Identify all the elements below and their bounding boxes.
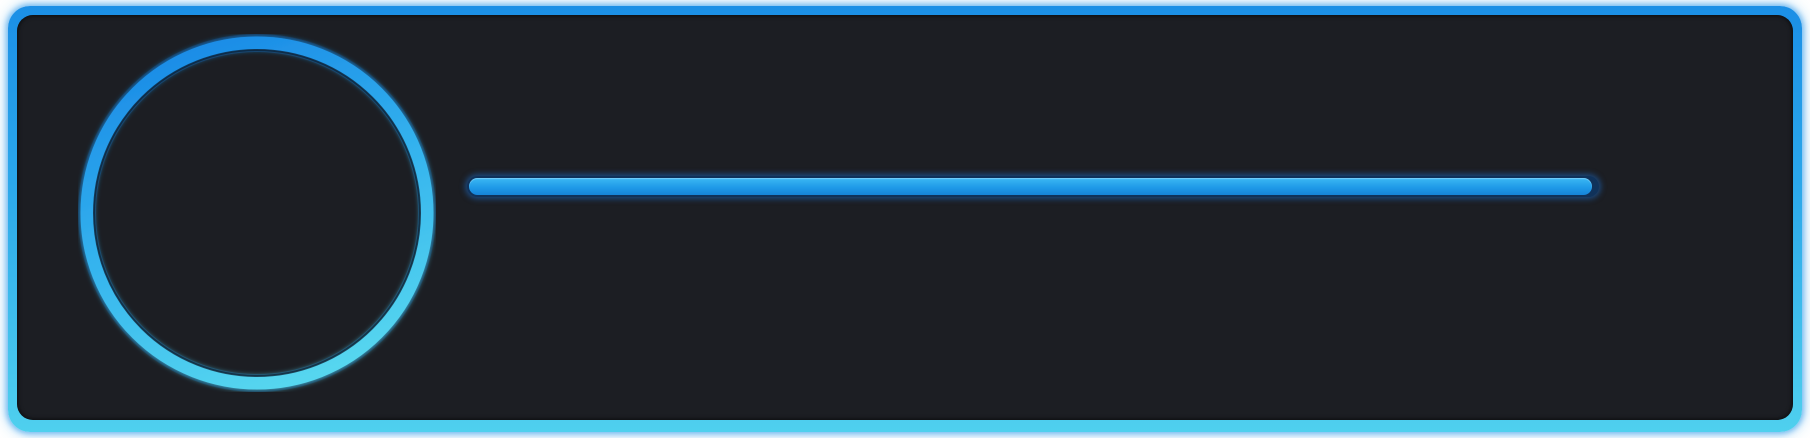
circular-progress-ring [78, 34, 436, 392]
widget-container [0, 0, 1810, 438]
progress-bar-fill [469, 178, 1593, 195]
ring-arc [80, 36, 434, 390]
progress-bar-track [467, 176, 1599, 197]
